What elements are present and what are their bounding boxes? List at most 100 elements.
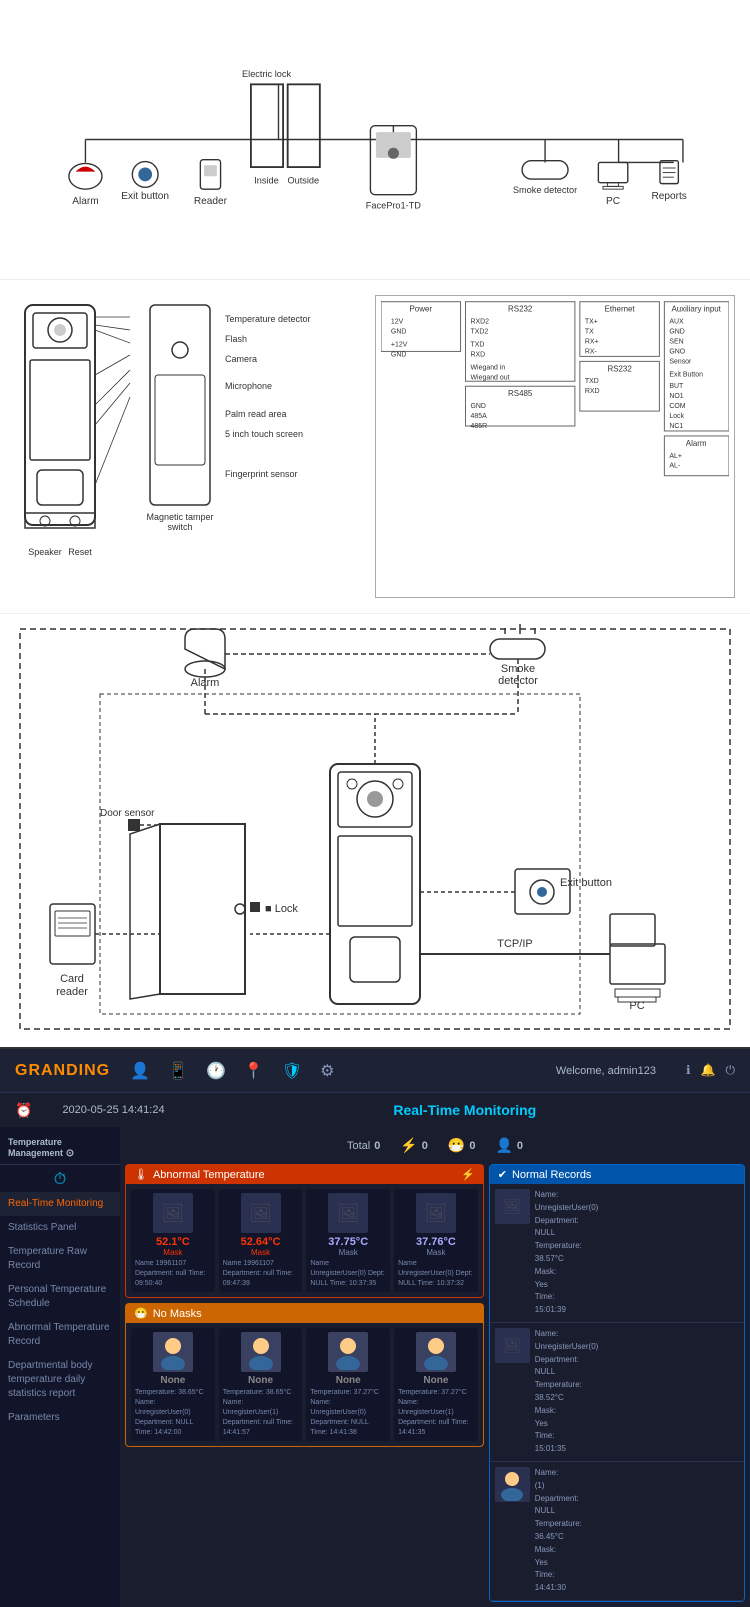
svg-text:AL-: AL- [669, 463, 680, 470]
card3-img: 🖼 [328, 1193, 368, 1233]
nav-location-icon[interactable]: 📍 [244, 1061, 264, 1081]
nm-card1-img [153, 1332, 193, 1372]
sidebar: Temperature Management ⊙ ⏱ Real-Time Mon… [0, 1127, 120, 1607]
record3-img [495, 1467, 530, 1502]
abnormal-card-3: 🖼 37.75°C Mask Name UnregisterUser(0) De… [306, 1189, 390, 1292]
dashboard: GRANDING 👤 📱 🕐 📍 🛡 ⚙ Welcome, admin123 ℹ… [0, 1049, 750, 1607]
card1-temp: 52.1°C [135, 1236, 211, 1248]
abnormal-cards-grid: 🖼 52.1°C Mask Name 19961107 Department: … [126, 1184, 483, 1297]
warning-value: 0 [469, 1140, 475, 1152]
svg-text:RXD: RXD [470, 351, 485, 358]
svg-text:RS232: RS232 [508, 305, 533, 314]
exit-button-label: Exit button [121, 191, 169, 202]
svg-text:GND: GND [470, 403, 485, 410]
nomask-card-3: None Temperature: 37.27°C Name: Unregist… [306, 1328, 390, 1441]
svg-text:PC: PC [629, 1000, 644, 1012]
svg-text:SEN: SEN [669, 338, 683, 345]
svg-text:switch: switch [167, 522, 192, 532]
abnormal-card-2: 🖼 52.64°C Mask Name 19961107 Department:… [219, 1189, 303, 1292]
svg-text:TX+: TX+ [585, 319, 598, 326]
svg-text:Exit button: Exit button [560, 877, 612, 889]
card3-mask: Mask [310, 1248, 386, 1257]
sidebar-logo-area: ⏱ [0, 1168, 120, 1192]
svg-text:485A: 485A [470, 413, 487, 420]
svg-text:Outside: Outside [287, 176, 319, 186]
normal-record-1: 🖼 Name: UnregisterUser(0) Department: NU… [490, 1184, 744, 1323]
panel-normal-header: ✔ Normal Records [490, 1165, 744, 1184]
svg-text:AUX: AUX [669, 319, 684, 326]
card4-mask: Mask [398, 1248, 474, 1257]
component-labels: Temperature detector Flash Camera Microp… [225, 295, 365, 598]
svg-text:Speaker: Speaker [28, 547, 62, 557]
total-label: Total [347, 1140, 370, 1152]
card1-mask: Mask [135, 1248, 211, 1257]
svg-text:TCP/IP: TCP/IP [497, 938, 532, 950]
svg-text:■ Lock: ■ Lock [265, 903, 298, 915]
panel-nomask: 😷 No Masks [125, 1303, 484, 1447]
wiring-diagram: Power 12V GND +12V GND RS232 RXD2 TXD2 T… [375, 295, 735, 598]
nav-shield-icon[interactable]: 🛡 [282, 1061, 302, 1081]
nav-phone-icon[interactable]: 📱 [168, 1061, 188, 1081]
svg-text:GND: GND [391, 329, 406, 336]
svg-text:Power: Power [410, 305, 433, 314]
sidebar-item-realtime[interactable]: Real-Time Monitoring [0, 1192, 120, 1216]
svg-text:Exit Button: Exit Button [669, 371, 703, 378]
nav-settings-icon[interactable]: ⚙ [320, 1061, 334, 1081]
section3-connection: Alarm Smoke detector Door sensor ■ Lock … [0, 614, 750, 1049]
sub-nav-icon: ⏰ [15, 1102, 32, 1119]
svg-text:TX: TX [585, 329, 594, 336]
nm-card4-label: None [398, 1375, 474, 1386]
stats-bar: Total 0 ⚡ 0 😷 0 👤 0 [125, 1132, 745, 1159]
nav-info-icon[interactable]: ℹ [686, 1063, 691, 1078]
nm-card3-img [328, 1332, 368, 1372]
logo: GRANDING [15, 1062, 110, 1080]
warning-icon: 😷 [448, 1137, 465, 1154]
panel-nomask-header: 😷 No Masks [126, 1304, 483, 1323]
svg-text:Reset: Reset [68, 547, 92, 557]
svg-text:FacePro1-TD: FacePro1-TD [366, 200, 422, 210]
abnormal-card-4: 🖼 37.76°C Mask Name UnregisterUser(0) De… [394, 1189, 478, 1292]
nav-person-icon[interactable]: 👤 [130, 1061, 150, 1081]
sidebar-item-statistics[interactable]: Statistics Panel [0, 1216, 120, 1240]
content-area: Total 0 ⚡ 0 😷 0 👤 0 [120, 1127, 750, 1607]
sidebar-item-abnormal[interactable]: Abnormal Temperature Record [0, 1316, 120, 1354]
sidebar-item-personal[interactable]: Personal Temperature Schedule [0, 1278, 120, 1316]
card2-img: 🖼 [241, 1193, 281, 1233]
panel-abnormal: 🌡 Abnormal Temperature ⚡ 🖼 52.1°C Mask [125, 1164, 484, 1298]
card4-img: 🖼 [416, 1193, 456, 1233]
nav-bell-icon[interactable]: 🔔 [701, 1063, 716, 1078]
check-icon: ✔ [498, 1168, 507, 1181]
normal-record-3: Name: (1) Department: NULL Temperature: … [490, 1462, 744, 1601]
svg-text:RX-: RX- [585, 348, 597, 355]
svg-text:Lock: Lock [669, 413, 684, 420]
record1-img: 🖼 [495, 1189, 530, 1224]
card2-temp: 52.64°C [223, 1236, 299, 1248]
svg-text:Ethernet: Ethernet [605, 305, 636, 314]
panel-left-group: 🌡 Abnormal Temperature ⚡ 🖼 52.1°C Mask [125, 1164, 484, 1602]
svg-text:TXD: TXD [470, 341, 484, 348]
stat-total: Total 0 [347, 1140, 380, 1152]
stat-person: 👤 0 [495, 1137, 523, 1154]
section1-diagram: Alarm Exit button Reader Inside Outside … [0, 0, 750, 280]
svg-text:+12V: +12V [391, 341, 408, 348]
card4-temp: 37.76°C [398, 1236, 474, 1248]
svg-text:Inside: Inside [254, 176, 279, 186]
svg-text:RXD2: RXD2 [470, 319, 489, 326]
svg-text:Door sensor: Door sensor [100, 808, 155, 819]
svg-text:GND: GND [391, 351, 406, 358]
svg-text:Wiegand in: Wiegand in [470, 364, 505, 371]
sidebar-item-raw[interactable]: Temperature Raw Record [0, 1240, 120, 1278]
person-icon: 👤 [495, 1137, 512, 1154]
sidebar-item-dept[interactable]: Departmental body temperature daily stat… [0, 1354, 120, 1406]
nomask-card-2: None Temperature: 38.65°C Name: Unregist… [219, 1328, 303, 1441]
stat-warning: 😷 0 [448, 1137, 476, 1154]
svg-text:RS485: RS485 [508, 389, 533, 398]
card2-detail: Name 19961107 Department: null Time: 09:… [223, 1259, 299, 1288]
card2-mask: Mask [223, 1248, 299, 1257]
nav-clock-icon[interactable]: 🕐 [206, 1061, 226, 1081]
nm-card2-detail: Temperature: 38.65°C Name: UnregisterUse… [223, 1388, 299, 1437]
nm-card4-detail: Temperature: 37.27°C Name: UnregisterUse… [398, 1388, 474, 1437]
dashboard-main: Temperature Management ⊙ ⏱ Real-Time Mon… [0, 1127, 750, 1607]
nav-power-icon[interactable]: ⏻ [726, 1063, 736, 1078]
sidebar-item-params[interactable]: Parameters [0, 1406, 120, 1430]
